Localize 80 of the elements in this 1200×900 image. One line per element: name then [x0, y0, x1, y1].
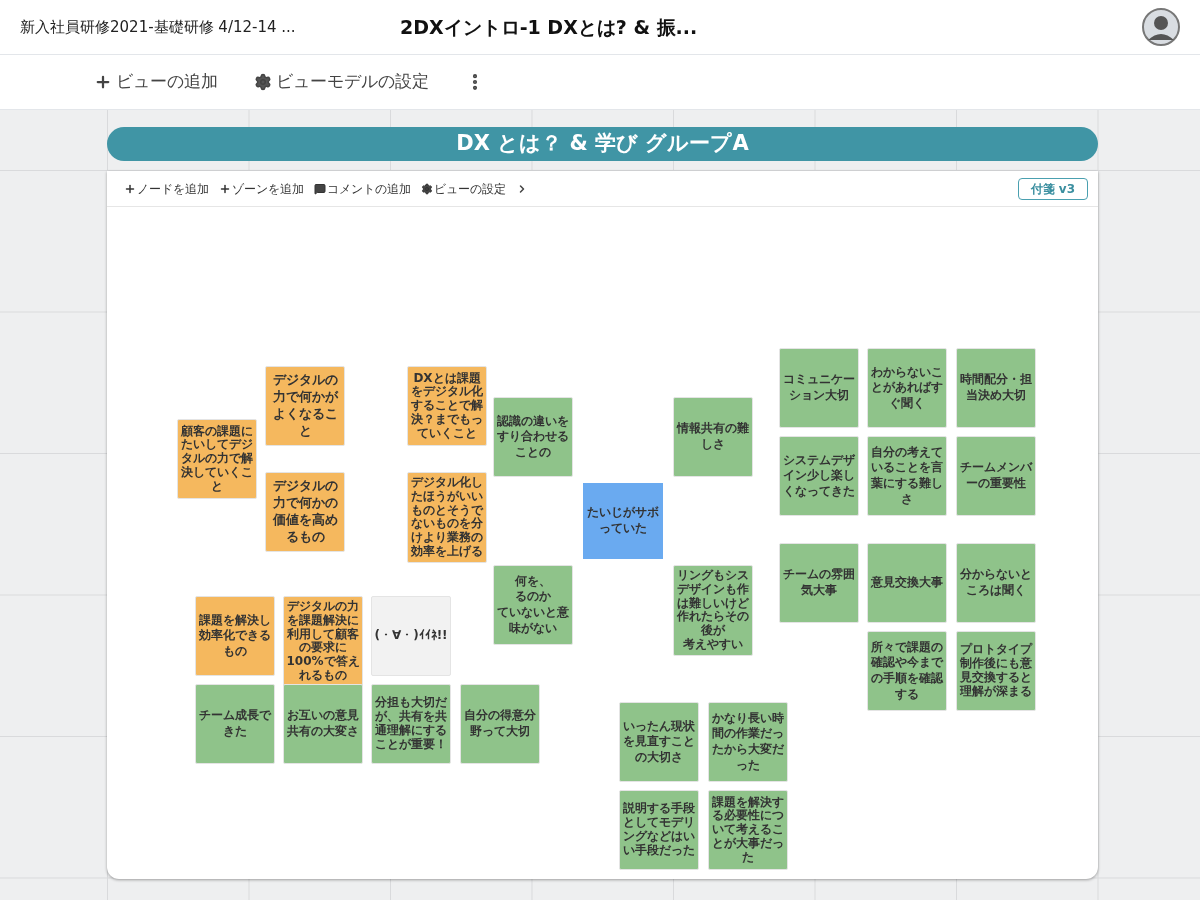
note-text: 味がない	[509, 620, 557, 637]
note-text: 考えやすい	[683, 638, 743, 652]
sticky-note[interactable]: いったん現状を見直すことの大切さ	[619, 702, 699, 782]
plus-icon	[124, 182, 136, 195]
settings-icon	[254, 73, 272, 91]
note-text: お互いの意見共有の大変さ	[286, 708, 360, 740]
note-text: リングもシス	[677, 569, 749, 583]
note-text: いったん現状を見直すことの大切さ	[622, 718, 696, 766]
note-text: るのか	[515, 589, 551, 605]
toolbar-button[interactable]: ゾーンを追加	[219, 179, 304, 198]
sticky-note[interactable]: チームメンバーの重要性	[956, 436, 1036, 516]
version-badge[interactable]: 付箋 v3	[1017, 177, 1088, 200]
note-text: わからないことがあればすぐ聞く	[870, 364, 944, 412]
sticky-note[interactable]: 課題を解決し効率化できるもの	[195, 596, 275, 676]
toolbar-button[interactable]: ノードを追加	[124, 179, 209, 198]
note-text: 自分の考えていることを言葉にする難しさ	[870, 444, 944, 508]
breadcrumb[interactable]: 新入社員研修2021-基礎研修 4/12-14 ...	[20, 15, 380, 39]
note-text: 作れたらその後が	[676, 610, 750, 638]
note-text: ことの	[515, 444, 551, 461]
sticky-note[interactable]: 情報共有の難しさ	[673, 397, 753, 477]
note-text: 自分の得意分野って大切	[463, 708, 537, 740]
settings-icon	[421, 182, 433, 195]
plus-icon	[219, 182, 231, 195]
sticky-note[interactable]: リングもシス デザインも作 は難しいけど 作れたらその後が 考えやすい	[673, 565, 753, 656]
toolbar-button[interactable]: コメントの追加	[314, 179, 411, 198]
note-text: 説明する手段としてモデリングなどはいい手段だった	[622, 802, 696, 858]
note-text: (・∀・)ｲｲﾈ!!	[374, 628, 448, 644]
comment-icon	[314, 182, 326, 195]
note-text: コミュニケーション大切	[782, 372, 856, 404]
note-text: デジタルの力で何かがよくなること	[271, 372, 340, 440]
board-title: DX とは？ & 学び グループA	[107, 127, 1098, 161]
avatar[interactable]	[1142, 8, 1180, 46]
sticky-note[interactable]: コミュニケーション大切	[779, 348, 859, 428]
note-text: 情報共有の難しさ	[676, 421, 750, 453]
note-text: ていないと意	[497, 605, 569, 621]
sticky-note[interactable]: 認識の違いを すり合わせる ことの	[493, 397, 573, 477]
sticky-note[interactable]: デジタルの力で何かの価値を高めるもの	[265, 472, 345, 552]
sticky-note[interactable]: 自分の得意分野って大切	[460, 684, 540, 764]
sticky-note[interactable]: 時間配分・担当決め大切	[956, 348, 1036, 428]
sticky-note[interactable]: チームの雰囲気大事	[779, 543, 859, 623]
sticky-note[interactable]: 分担も大切だが、共有を共通理解にすることが重要！	[371, 684, 451, 764]
sticky-note[interactable]: デジタルの力で何かがよくなること	[265, 366, 345, 446]
page-title: 2DXイントロ-1 DXとは? & 振...	[400, 14, 698, 40]
note-text: 認識の違いを	[497, 413, 569, 430]
sticky-note[interactable]: 所々で課題の確認や今までの手順を確認する	[867, 631, 947, 711]
sticky-note[interactable]: 何を、 るのか ていないと意 味がない	[493, 565, 573, 645]
note-text: かなり長い時間の作業だったから大変だった	[711, 710, 785, 774]
note-text: プロトタイプ制作後にも意見交換すると理解が深まる	[959, 643, 1033, 699]
sticky-note[interactable]: お互いの意見共有の大変さ	[283, 684, 363, 764]
sticky-note[interactable]: たいじがサボっていた	[581, 481, 665, 561]
note-text: たいじがサボっていた	[586, 505, 660, 537]
note-text: チームの雰囲気大事	[782, 567, 856, 599]
note-text: チーム成長できた	[198, 708, 272, 740]
note-text: システムデザイン少し楽しくなってきた	[782, 452, 856, 500]
view-model-settings-button[interactable]: ビューモデルの設定	[254, 69, 429, 95]
add-view-button[interactable]: ビューの追加	[94, 69, 218, 95]
sticky-note[interactable]: プロトタイプ制作後にも意見交換すると理解が深まる	[956, 631, 1036, 711]
sticky-note[interactable]: 自分の考えていることを言葉にする難しさ	[867, 436, 947, 516]
note-text: 分担も大切だが、共有を共通理解にすることが重要！	[374, 696, 448, 752]
note-text: デジタルの力で何かの価値を高めるもの	[271, 478, 339, 546]
toolbar-button[interactable]: ビューの設定	[421, 179, 506, 198]
sticky-note[interactable]: かなり長い時間の作業だったから大変だった	[708, 702, 788, 782]
note-text: すり合わせる	[497, 429, 569, 445]
note-text: 時間配分・担当決め大切	[959, 372, 1033, 404]
sticky-note[interactable]: 説明する手段としてモデリングなどはいい手段だった	[619, 790, 699, 870]
note-text: 課題を解決し効率化できるもの	[198, 612, 272, 660]
note-text: は難しいけど	[677, 596, 749, 610]
sticky-note[interactable]: チーム成長できた	[195, 684, 275, 764]
note-text: チームメンバーの重要性	[959, 460, 1033, 492]
note-text: 分からないところは聞く	[959, 567, 1033, 599]
note-text: 何を、	[515, 573, 551, 590]
note-text: 意見交換大事	[871, 575, 943, 591]
note-text: 所々で課題の確認や今までの手順を確認する	[870, 639, 944, 703]
plus-icon	[94, 73, 112, 91]
sticky-note[interactable]: (・∀・)ｲｲﾈ!!	[371, 596, 451, 676]
sticky-note[interactable]: 意見交換大事	[867, 543, 947, 623]
sticky-note[interactable]: 分からないところは聞く	[956, 543, 1036, 623]
note-text: デザインも作	[677, 582, 749, 597]
sticky-note[interactable]: システムデザイン少し楽しくなってきた	[779, 436, 859, 516]
sticky-note[interactable]: わからないことがあればすぐ聞く	[867, 348, 947, 428]
